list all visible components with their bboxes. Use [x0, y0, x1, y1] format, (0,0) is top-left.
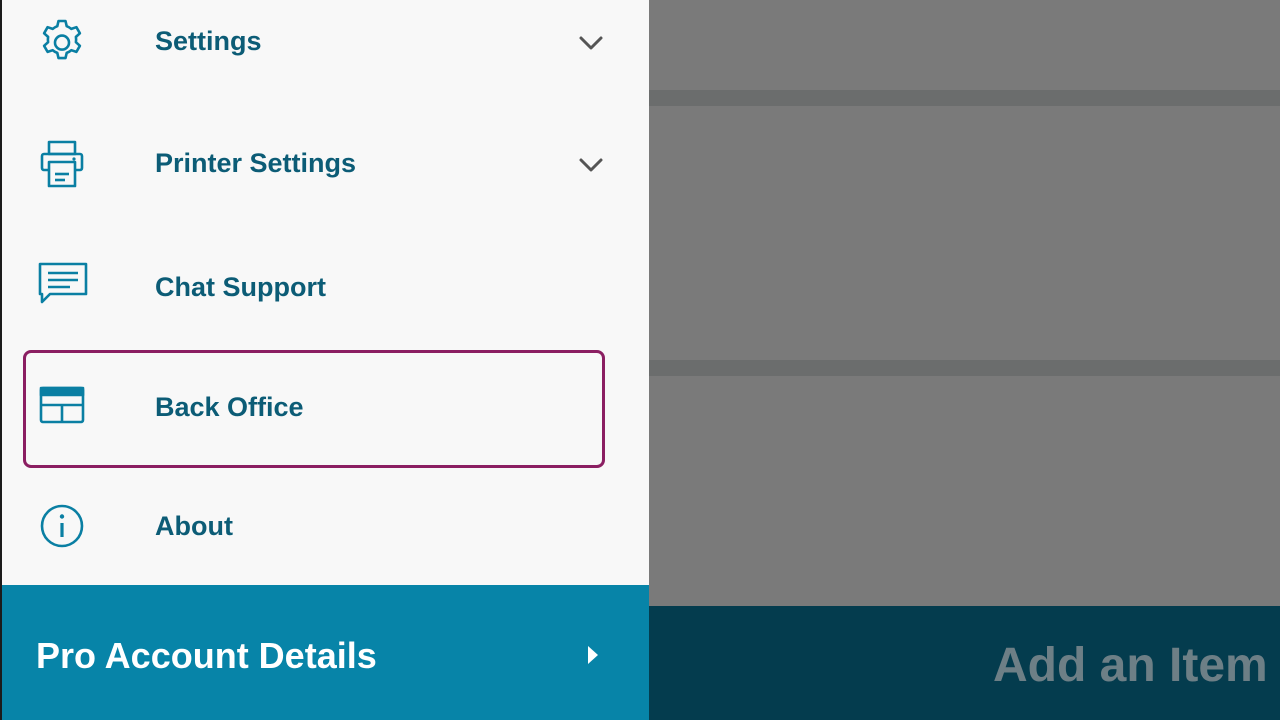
- chevron-down-icon[interactable]: [576, 150, 606, 180]
- menu-item-printer-settings[interactable]: Printer Settings: [2, 110, 649, 220]
- menu-item-chat-support[interactable]: Chat Support: [2, 232, 649, 342]
- background-card: [649, 106, 1280, 360]
- chevron-down-icon[interactable]: [576, 28, 606, 58]
- add-item-button-label: Add an Item: [993, 639, 1268, 692]
- navigation-drawer: Settings Printer Settings Chat Support B…: [0, 0, 649, 720]
- background-divider: [649, 360, 1280, 376]
- menu-item-about[interactable]: About: [2, 470, 649, 580]
- info-icon: [36, 500, 88, 552]
- background-app-overlay[interactable]: Add an Item: [649, 0, 1280, 720]
- menu-item-label: Settings: [155, 26, 262, 56]
- background-divider: [649, 90, 1280, 106]
- menu-item-settings[interactable]: Settings: [2, 0, 649, 98]
- background-card: [649, 0, 1280, 90]
- printer-icon: [36, 138, 88, 190]
- menu-item-label: Printer Settings: [155, 148, 357, 178]
- background-bottom-bar: Add an Item: [649, 606, 1280, 720]
- chat-icon: [36, 260, 88, 312]
- menu-item-label: Back Office: [155, 392, 304, 422]
- menu-item-back-office[interactable]: Back Office: [2, 352, 649, 462]
- background-card: [649, 376, 1280, 606]
- gear-icon: [36, 16, 88, 68]
- pro-account-details-button[interactable]: Pro Account Details: [2, 585, 649, 720]
- pro-account-label: Pro Account Details: [36, 635, 377, 676]
- menu-item-label: About: [155, 511, 233, 541]
- app-screen: Add an Item Settings Printer Settings Ch…: [0, 0, 1280, 720]
- caret-right-icon: [582, 643, 602, 667]
- browser-window-icon: [36, 380, 88, 432]
- menu-item-label: Chat Support: [155, 272, 326, 302]
